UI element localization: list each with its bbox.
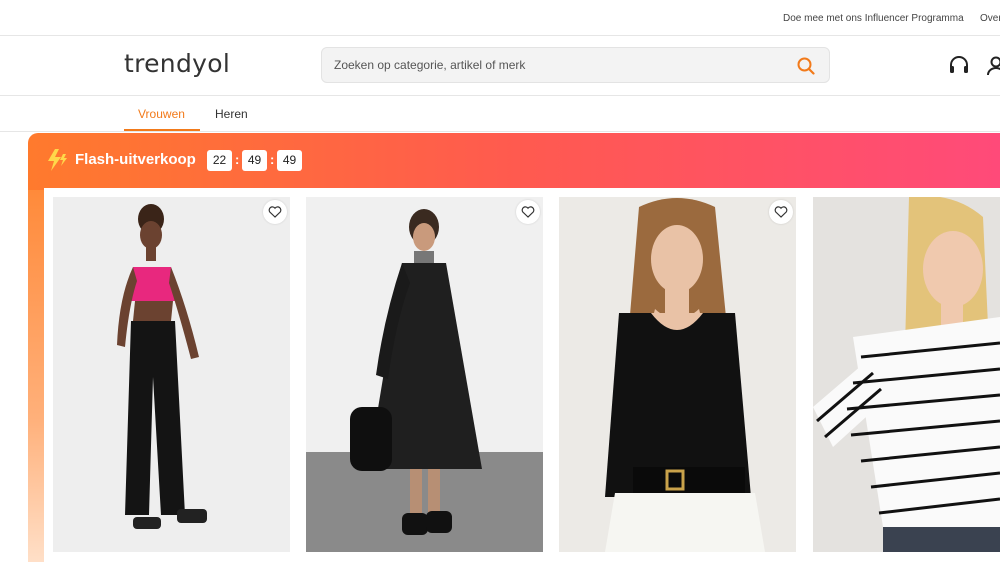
product-card[interactable] — [813, 197, 1000, 552]
category-nav: Vrouwen Heren — [0, 96, 1000, 132]
over-link[interactable]: Over — [980, 13, 1000, 24]
search-icon[interactable] — [797, 57, 815, 75]
lightning-bolt-icon — [48, 149, 67, 171]
product-card[interactable] — [306, 197, 543, 552]
flash-sale-title: Flash-uitverkoop — [75, 151, 196, 168]
tab-vrouwen[interactable]: Vrouwen — [138, 107, 185, 121]
timer-separator: : — [270, 152, 275, 167]
timer-minutes: 49 — [242, 150, 267, 171]
user-icon[interactable] — [985, 55, 1000, 77]
trendyol-logo[interactable]: trendyol — [124, 49, 230, 78]
timer-separator: : — [235, 152, 240, 167]
heart-icon — [521, 206, 535, 218]
heart-icon — [774, 206, 788, 218]
timer-hours: 22 — [207, 150, 232, 171]
influencer-program-link[interactable]: Doe mee met ons Influencer Programma — [783, 13, 964, 24]
top-utility-bar: Doe mee met ons Influencer Programma Ove… — [0, 0, 1000, 36]
main-header: trendyol — [0, 36, 1000, 96]
product-image — [306, 197, 543, 552]
product-image — [813, 197, 1000, 552]
tab-heren[interactable]: Heren — [215, 107, 248, 121]
search-input[interactable] — [334, 48, 784, 82]
favorite-button[interactable] — [516, 200, 540, 224]
heart-icon — [268, 206, 282, 218]
flash-sale-side-strip — [28, 190, 44, 562]
favorite-button[interactable] — [263, 200, 287, 224]
product-card[interactable] — [53, 197, 290, 552]
search-bar[interactable] — [321, 47, 830, 83]
product-image — [53, 197, 290, 552]
favorite-button[interactable] — [769, 200, 793, 224]
product-image — [559, 197, 796, 552]
headset-icon[interactable] — [948, 55, 970, 77]
product-card[interactable] — [559, 197, 796, 552]
active-tab-indicator — [124, 129, 200, 131]
timer-seconds: 49 — [277, 150, 302, 171]
